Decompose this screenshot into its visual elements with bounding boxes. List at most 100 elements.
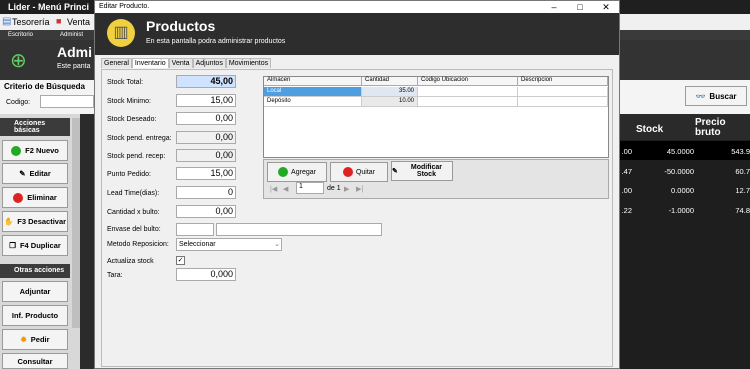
col-cantidad[interactable]: Cantidad xyxy=(362,77,418,86)
grid-cell-cantidad[interactable]: 10.00 xyxy=(362,97,418,107)
pager-of-label: de 1 xyxy=(327,185,341,192)
close-icon[interactable]: ✕ xyxy=(593,1,619,13)
tab-venta[interactable]: Venta xyxy=(168,58,193,68)
minus-icon xyxy=(342,167,353,177)
section1-label: Acciones básicas xyxy=(14,120,46,134)
delete-button[interactable]: Eliminar xyxy=(2,187,68,208)
tab-general[interactable]: General xyxy=(101,58,132,68)
menu-tesoreria[interactable]: Tesorería xyxy=(12,17,50,27)
cell: 74.8 xyxy=(735,206,750,215)
quitar-button[interactable]: Quitar xyxy=(330,162,388,182)
col-almacen[interactable]: Almacen xyxy=(264,77,362,86)
lead-time-input[interactable]: 0 xyxy=(176,186,236,199)
grid-cell-cantidad[interactable]: 35.00 xyxy=(362,87,418,97)
punto-pedido-label: Punto Pedido: xyxy=(107,171,151,178)
tab-administ[interactable]: Administ xyxy=(60,32,83,38)
envase-code-input[interactable] xyxy=(176,223,214,236)
section-other-actions: Otras acciones xyxy=(0,264,70,278)
col-stock[interactable]: Stock xyxy=(636,124,663,135)
duplicate-icon: ❐ xyxy=(9,241,16,250)
venta-icon: ■ xyxy=(56,16,62,26)
product-box-icon: ▥ xyxy=(107,19,135,47)
pager-page-input[interactable]: 1 xyxy=(296,182,324,194)
cantidad-bulto-input[interactable]: 0,00 xyxy=(176,205,236,218)
codigo-input[interactable] xyxy=(40,95,94,108)
tara-input[interactable]: 0,000 xyxy=(176,268,236,281)
grid-cell-codigo[interactable] xyxy=(418,97,518,107)
deactivate-icon: ✋ xyxy=(3,217,14,226)
duplicate-button[interactable]: ❐ F4 Duplicar xyxy=(2,235,68,256)
grid-cell-descripcion[interactable] xyxy=(518,97,608,107)
stock-pend-recep-label: Stock pend. recep: xyxy=(107,153,166,160)
delete-label: Eliminar xyxy=(27,193,57,202)
stock-pend-entrega-input[interactable]: 0,00 xyxy=(176,131,236,144)
envase-desc-input[interactable] xyxy=(216,223,382,236)
punto-pedido-input[interactable]: 15,00 xyxy=(176,167,236,180)
minimize-icon[interactable]: – xyxy=(541,1,567,13)
pager-first-icon[interactable]: |◀ xyxy=(270,185,277,193)
quitar-label: Quitar xyxy=(355,168,376,176)
agregar-button[interactable]: Agregar xyxy=(267,162,327,182)
cell: .00 xyxy=(621,186,632,195)
cell: 0.0000 xyxy=(671,186,694,195)
metodo-value: Seleccionar xyxy=(179,241,216,248)
tab-escritorio[interactable]: Escritorio xyxy=(8,32,33,38)
consult-button[interactable]: Consultar xyxy=(2,353,68,369)
envase-label: Envase del bulto: xyxy=(107,226,161,233)
dialog-title: Productos xyxy=(146,18,216,34)
modificar-stock-button[interactable]: ✎ Modificar Stock xyxy=(391,161,453,181)
new-button[interactable]: F2 Nuevo xyxy=(2,140,68,161)
cell: 543.9 xyxy=(731,147,750,156)
stock-pend-entrega-label: Stock pend. entrega: xyxy=(107,135,172,142)
grid-cell-codigo[interactable] xyxy=(418,87,518,97)
lead-time-label: Lead Time(dias): xyxy=(107,190,160,197)
edit-button[interactable]: ✎ Editar xyxy=(2,163,68,184)
dialog-header: ▥ Productos En esta pantalla podra admin… xyxy=(95,13,619,55)
metodo-select[interactable]: Seleccionar ⌄ xyxy=(176,238,282,251)
tab-movimientos[interactable]: Movimientos xyxy=(225,58,272,68)
cell: .47 xyxy=(621,167,632,176)
maximize-icon[interactable]: □ xyxy=(567,1,593,13)
chevron-down-icon: ⌄ xyxy=(274,241,280,248)
attach-button[interactable]: Adjuntar xyxy=(2,281,68,302)
grid-cell-almacen[interactable]: Local xyxy=(264,87,362,97)
product-info-label: Inf. Producto xyxy=(11,311,59,320)
consult-label: Consultar xyxy=(17,356,53,366)
plus-icon xyxy=(278,167,289,177)
grid-cell-descripcion[interactable] xyxy=(518,87,608,97)
product-info-button[interactable]: Inf. Producto xyxy=(2,305,68,326)
deactivate-label: F3 Desactivar xyxy=(17,217,67,226)
section2-label: Otras acciones xyxy=(14,267,65,274)
stock-minimo-input[interactable]: 15,00 xyxy=(176,94,236,107)
grid-cell-almacen[interactable]: Depósito xyxy=(264,97,362,107)
attach-label: Adjuntar xyxy=(19,287,51,296)
cell: 12.7 xyxy=(735,186,750,195)
stock-minimo-label: Stock Minimo: xyxy=(107,98,151,105)
stock-deseado-label: Stock Deseado: xyxy=(107,116,157,123)
stock-total-input[interactable]: 45,00 xyxy=(176,75,236,88)
col-codigo-ubicacion[interactable]: Codigo Ubicacion xyxy=(418,77,518,86)
actualiza-stock-checkbox[interactable]: ✓ xyxy=(176,256,185,265)
tab-inventario[interactable]: Inventario xyxy=(131,58,169,68)
dialog-window-title: Editar Producto. xyxy=(99,3,150,10)
col-descripcion[interactable]: Descripcion xyxy=(518,77,608,86)
col-precio-bruto[interactable]: Precio bruto xyxy=(695,118,747,138)
actualiza-stock-label: Actualiza stock xyxy=(107,258,154,265)
menu-venta[interactable]: Venta xyxy=(67,17,90,27)
tab-adjuntos[interactable]: Adjuntos xyxy=(192,58,226,68)
pager-next-icon[interactable]: ▶ xyxy=(344,185,349,193)
minus-icon xyxy=(13,192,24,203)
search-button-label: Buscar xyxy=(709,91,737,101)
stock-pend-recep-input[interactable]: 0,00 xyxy=(176,149,236,162)
deactivate-button[interactable]: ✋ F3 Desactivar xyxy=(2,211,68,232)
search-button[interactable]: 👓 Buscar xyxy=(685,86,747,106)
stock-total-label: Stock Total: xyxy=(107,79,144,86)
pager-prev-icon[interactable]: ◀ xyxy=(283,185,288,193)
pager-last-icon[interactable]: ▶| xyxy=(356,185,363,193)
left-scrollbar[interactable] xyxy=(72,118,80,328)
edit-icon: ✎ xyxy=(19,169,26,178)
stock-deseado-input[interactable]: 0,00 xyxy=(176,112,236,125)
edit-icon: ✎ xyxy=(392,167,398,175)
edit-product-dialog: Editar Producto. – □ ✕ ▥ Productos En es… xyxy=(94,0,620,369)
order-button[interactable]: ✹ Pedir xyxy=(2,329,68,350)
